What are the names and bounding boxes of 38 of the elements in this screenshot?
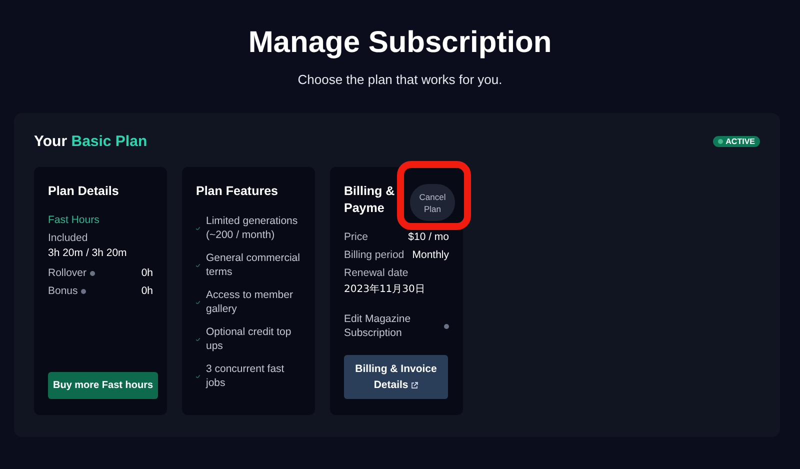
field-label: Billing period [344, 249, 404, 261]
field-label: Price [344, 231, 368, 243]
field-value: Monthly [412, 249, 449, 261]
check-icon [196, 374, 200, 378]
info-icon[interactable] [444, 324, 449, 328]
page-subtitle: Choose the plan that works for you. [298, 72, 502, 87]
external-link-icon [411, 382, 418, 389]
card-title: Payme [344, 200, 384, 217]
edit-subscription-link[interactable]: Edit Magazine Subscription [344, 312, 424, 340]
field-label: Bonus [48, 285, 78, 297]
check-icon [196, 226, 200, 230]
check-icon [196, 300, 200, 304]
info-icon[interactable] [80, 288, 86, 294]
info-icon[interactable] [90, 270, 95, 276]
status-badge: ACTIVE [712, 136, 760, 147]
section-label: Fast Hours [48, 214, 100, 226]
check-icon [196, 264, 200, 266]
check-icon [196, 338, 200, 340]
card-title: Plan Details [48, 183, 120, 200]
feature-text: 3 concurrent fast jobs [206, 362, 286, 390]
field-label: Rollover [48, 267, 87, 279]
feature-text: Optional credit top ups [206, 325, 292, 353]
plan-heading: Your Basic Plan [34, 133, 148, 150]
field-label: Renewal date [344, 267, 410, 279]
card-title: Billing & [344, 183, 395, 200]
field-value: 0h [141, 285, 153, 297]
field-value: $10 / mo [408, 231, 449, 243]
invoice-details-button[interactable]: Billing & Invoice Details [344, 355, 448, 399]
field-label: Included [48, 232, 89, 244]
page-title: Manage Subscription [248, 26, 552, 60]
buy-hours-button[interactable]: Buy more Fast hours [48, 372, 158, 399]
field-value: 2023年11月30日 [344, 283, 426, 296]
feature-text: General commercial terms [206, 251, 301, 279]
feature-text: Access to member gallery [206, 288, 294, 316]
field-value: 3h 20m / 3h 20m [48, 247, 128, 259]
feature-text: Limited generations (~200 / month) [206, 214, 299, 242]
field-value: 0h [141, 267, 153, 279]
card-title: Plan Features [196, 183, 279, 200]
